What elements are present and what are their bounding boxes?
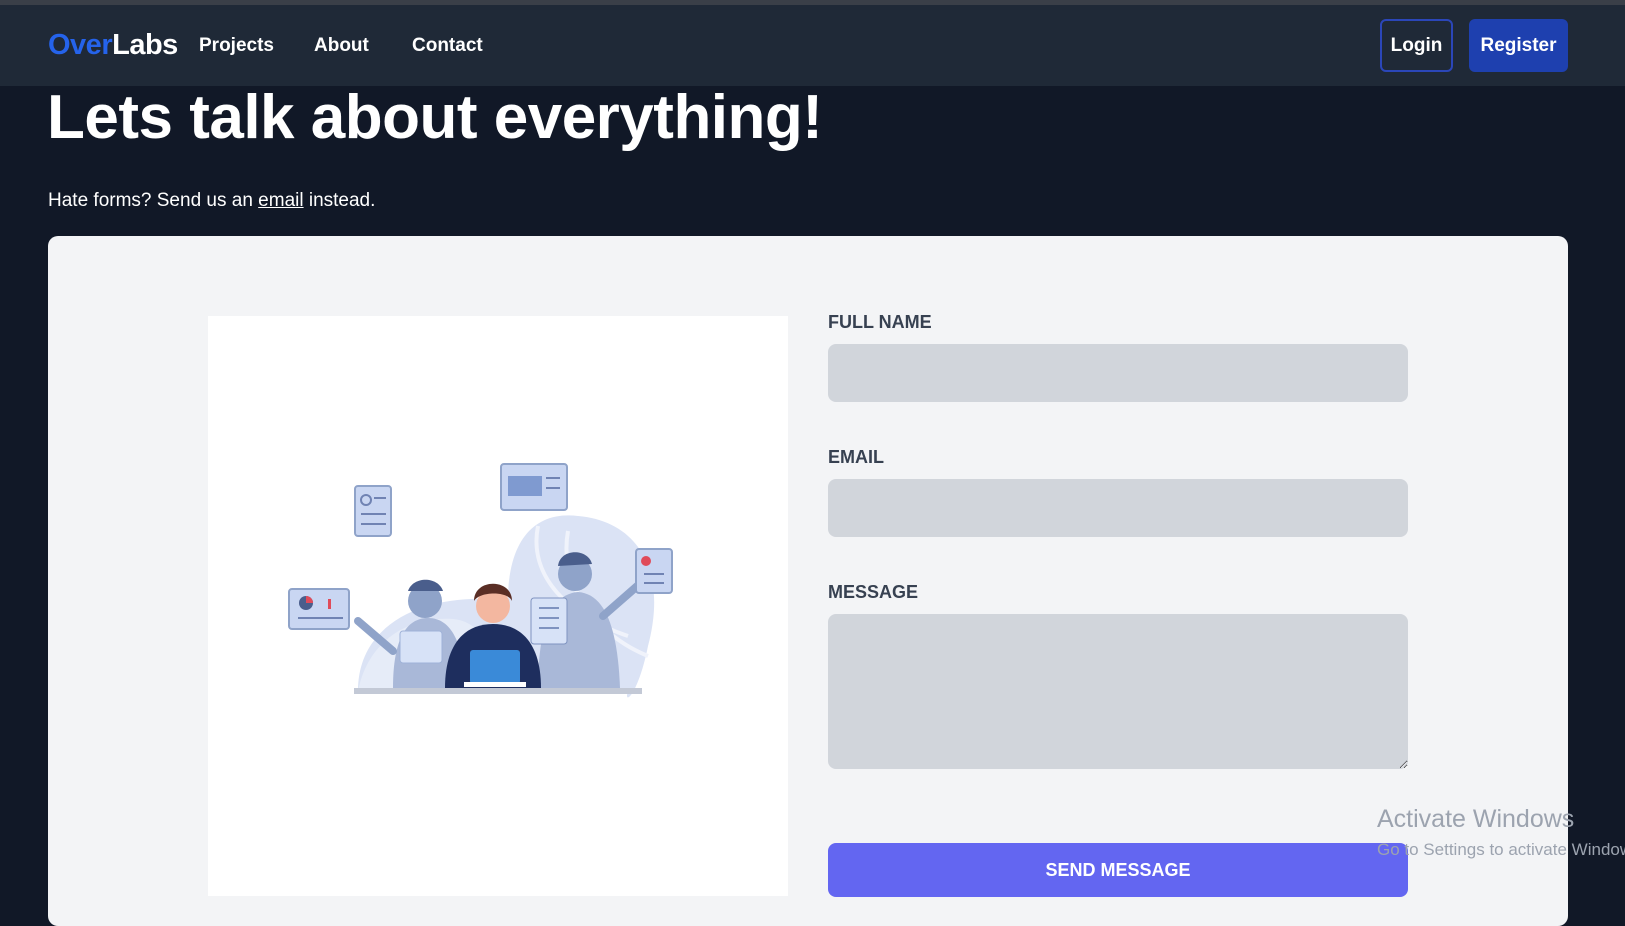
brand-logo[interactable]: OverLabs (48, 29, 178, 62)
email-field[interactable] (828, 479, 1408, 537)
navbar: OverLabs Projects About Contact Login Re… (0, 5, 1625, 86)
full-name-field[interactable] (828, 344, 1408, 402)
watermark-subtitle: Go to Settings to activate Windows. (1377, 840, 1625, 859)
page-title: Lets talk about everything! (47, 83, 823, 152)
full-name-label: FULL NAME (828, 312, 932, 332)
team-at-work-illustration (288, 463, 673, 698)
message-label: MESSAGE (828, 582, 919, 602)
email-label: EMAIL (828, 447, 884, 467)
brand-part-labs: Labs (112, 29, 178, 61)
hero-subtext: Hate forms? Send us an email instead. (48, 190, 375, 212)
send-message-button[interactable]: SEND MESSAGE (828, 843, 1408, 897)
activate-windows-watermark: Activate Windows Go to Settings to activ… (1377, 805, 1625, 860)
email-link[interactable]: email (258, 190, 303, 211)
nav-projects-link[interactable]: Projects (199, 35, 274, 57)
subtext-before: Hate forms? Send us an (48, 190, 259, 211)
message-field[interactable] (828, 614, 1408, 769)
login-button[interactable]: Login (1380, 19, 1453, 72)
illustration-panel (208, 316, 788, 896)
subtext-after: instead. (303, 190, 376, 211)
brand-part-over: Over (48, 29, 113, 61)
nav-about-link[interactable]: About (314, 35, 369, 57)
watermark-title: Activate Windows (1377, 805, 1575, 833)
contact-card: FULL NAME EMAIL MESSAGE SEND MESSAGE (48, 236, 1568, 926)
register-button[interactable]: Register (1469, 19, 1568, 72)
nav-contact-link[interactable]: Contact (412, 35, 483, 57)
